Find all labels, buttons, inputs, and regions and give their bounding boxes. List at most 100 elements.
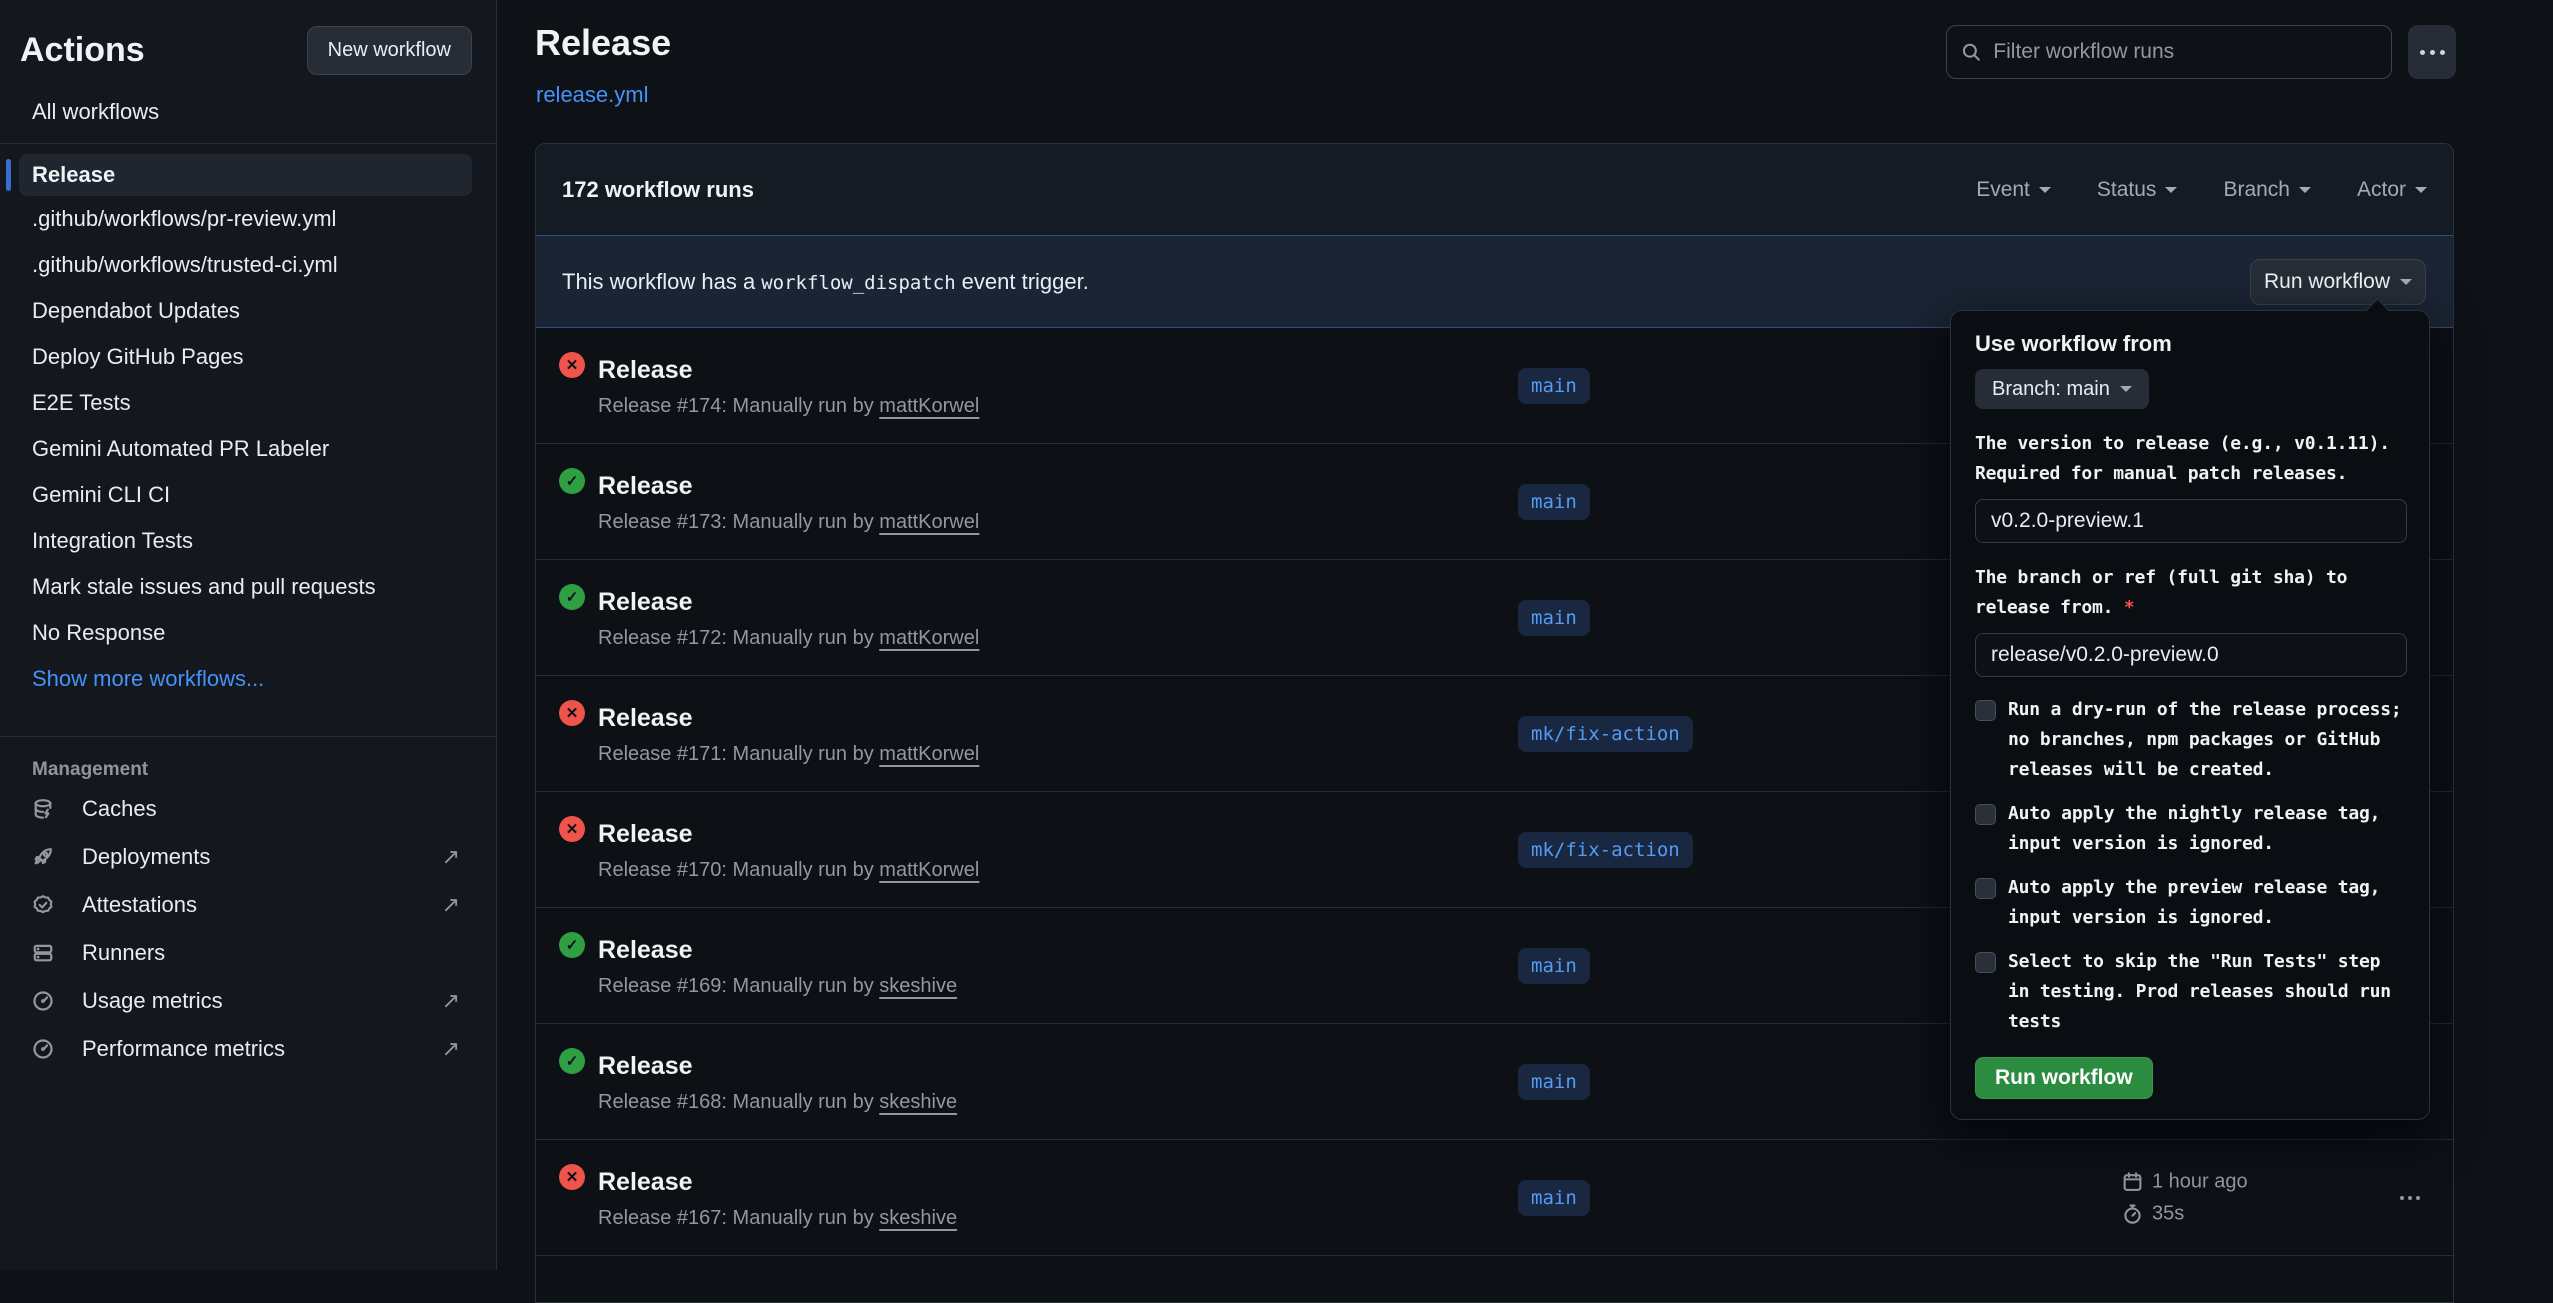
failure-status-icon: ✕ — [559, 700, 585, 726]
run-workflow-submit-button[interactable]: Run workflow — [1975, 1057, 2153, 1099]
run-description: Release #171: Manually run by mattKorwel — [598, 743, 979, 766]
run-title-link[interactable]: Release — [598, 1052, 957, 1081]
filter-actor-dropdown[interactable]: Actor — [2357, 178, 2427, 202]
actor-link[interactable]: mattKorwel — [879, 627, 979, 649]
run-description: Release #169: Manually run by skeshive — [598, 975, 957, 998]
branch-label[interactable]: mk/fix-action — [1518, 832, 1693, 868]
chevron-down-icon — [2165, 187, 2177, 199]
run-title-link[interactable]: Release — [598, 588, 979, 617]
branch-label[interactable]: mk/fix-action — [1518, 716, 1693, 752]
success-status-icon: ✓ — [559, 932, 585, 958]
sidebar-item-workflow[interactable]: E2E Tests — [0, 380, 496, 426]
management-item-label: Caches — [82, 796, 157, 822]
run-description: Release #170: Manually run by mattKorwel — [598, 859, 979, 882]
actor-link[interactable]: mattKorwel — [879, 859, 979, 881]
workflow-input-field[interactable] — [1975, 499, 2407, 543]
management-list: CachesDeployments↗Attestations↗RunnersUs… — [0, 785, 496, 1073]
workflow-name: No Response — [32, 620, 165, 646]
sidebar-item-workflow[interactable]: Integration Tests — [0, 518, 496, 564]
sidebar-item-workflow[interactable]: Gemini CLI CI — [0, 472, 496, 518]
checkbox-row: Auto apply the nightly release tag, inpu… — [1975, 799, 2405, 859]
workflow-file-link[interactable]: release.yml — [536, 82, 648, 108]
actor-link[interactable]: mattKorwel — [879, 395, 979, 417]
input-field-label: The version to release (e.g., v0.1.11). … — [1975, 429, 2405, 489]
management-item-label: Runners — [82, 940, 165, 966]
sidebar-item-workflow[interactable]: Release — [19, 154, 472, 196]
run-kebab-button[interactable] — [2388, 1178, 2432, 1218]
checkbox[interactable] — [1975, 952, 1996, 973]
sidebar-item-workflow[interactable]: .github/workflows/trusted-ci.yml — [0, 242, 496, 288]
new-workflow-button[interactable]: New workflow — [307, 26, 472, 75]
workflow-input-field[interactable] — [1975, 633, 2407, 677]
workflow-list: Release .github/workflows/pr-review.yml .g… — [0, 154, 496, 656]
chevron-down-icon — [2299, 187, 2311, 199]
sidebar-item-workflow[interactable]: Gemini Automated PR Labeler — [0, 426, 496, 472]
management-item-label: Attestations — [82, 892, 197, 918]
filter-event-dropdown[interactable]: Event — [1976, 178, 2051, 202]
checkbox-row: Select to skip the "Run Tests" step in t… — [1975, 947, 2405, 1037]
sidebar-item-workflow[interactable]: Mark stale issues and pull requests — [0, 564, 496, 610]
actor-link[interactable]: skeshive — [879, 1207, 957, 1229]
branch-label[interactable]: main — [1518, 1180, 1590, 1216]
sidebar-item-caches[interactable]: Caches — [0, 785, 496, 833]
search-icon — [1961, 41, 1981, 63]
sidebar-item-performance-metrics[interactable]: Performance metrics↗ — [0, 1025, 496, 1073]
failure-status-icon: ✕ — [559, 1164, 585, 1190]
sidebar-item-attestations[interactable]: Attestations↗ — [0, 881, 496, 929]
workflow-name: .github/workflows/pr-review.yml — [32, 206, 336, 232]
workflow-name: Release — [32, 162, 115, 188]
sidebar-item-all-workflows[interactable]: All workflows — [0, 95, 496, 129]
run-title-link[interactable]: Release — [598, 356, 979, 385]
show-more-workflows-link[interactable]: Show more workflows... — [0, 656, 496, 702]
branch-label[interactable]: main — [1518, 368, 1590, 404]
run-started-time: 1 hour ago — [2152, 1170, 2248, 1193]
actor-link[interactable]: skeshive — [879, 1091, 957, 1113]
branch-label[interactable]: main — [1518, 1064, 1590, 1100]
sidebar-item-workflow[interactable]: .github/workflows/pr-review.yml — [0, 196, 496, 242]
runs-count: 172 workflow runs — [562, 177, 754, 203]
checkbox[interactable] — [1975, 700, 1996, 721]
checkbox[interactable] — [1975, 878, 1996, 899]
run-workflow-dropdown-button[interactable]: Run workflow — [2250, 259, 2426, 305]
checkbox-label: Auto apply the nightly release tag, inpu… — [2008, 799, 2405, 859]
sidebar-item-workflow[interactable]: Dependabot Updates — [0, 288, 496, 334]
workflow-name: E2E Tests — [32, 390, 131, 416]
calendar-icon — [2122, 1171, 2143, 1192]
run-title-link[interactable]: Release — [598, 704, 979, 733]
actions-sidebar: Actions New workflow All workflows Relea… — [0, 0, 497, 1270]
external-link-icon: ↗ — [442, 1036, 460, 1062]
sidebar-divider — [0, 143, 496, 144]
actor-link[interactable]: skeshive — [879, 975, 957, 997]
run-description: Release #168: Manually run by skeshive — [598, 1091, 957, 1114]
sidebar-item-workflow[interactable]: Deploy GitHub Pages — [0, 334, 496, 380]
filter-branch-dropdown[interactable]: Branch — [2223, 178, 2311, 202]
run-title-link[interactable]: Release — [598, 820, 979, 849]
filter-status-dropdown[interactable]: Status — [2097, 178, 2178, 202]
branch-label[interactable]: main — [1518, 600, 1590, 636]
branch-label[interactable]: main — [1518, 948, 1590, 984]
run-description: Release #172: Manually run by mattKorwel — [598, 627, 979, 650]
workflow-name: Mark stale issues and pull requests — [32, 574, 376, 600]
chevron-down-icon — [2400, 279, 2412, 291]
run-duration: 35s — [2152, 1202, 2184, 1225]
chevron-down-icon — [2415, 187, 2427, 199]
page-kebab-button[interactable] — [2408, 25, 2456, 79]
sidebar-item-runners[interactable]: Runners — [0, 929, 496, 977]
filter-workflow-runs-input[interactable] — [1993, 40, 2377, 64]
run-title-link[interactable]: Release — [598, 1168, 957, 1197]
branch-label[interactable]: main — [1518, 484, 1590, 520]
actor-link[interactable]: mattKorwel — [879, 743, 979, 765]
checkbox[interactable] — [1975, 804, 1996, 825]
sidebar-item-usage-metrics[interactable]: Usage metrics↗ — [0, 977, 496, 1025]
run-title-link[interactable]: Release — [598, 936, 957, 965]
management-item-label: Usage metrics — [82, 988, 223, 1014]
chevron-down-icon — [2120, 386, 2132, 398]
external-link-icon: ↗ — [442, 844, 460, 870]
workflow-name: .github/workflows/trusted-ci.yml — [32, 252, 338, 278]
run-title-link[interactable]: Release — [598, 472, 979, 501]
actions-page: Actions New workflow All workflows Relea… — [0, 0, 2553, 1270]
branch-select-button[interactable]: Branch: main — [1975, 369, 2149, 409]
sidebar-item-deployments[interactable]: Deployments↗ — [0, 833, 496, 881]
sidebar-item-workflow[interactable]: No Response — [0, 610, 496, 656]
actor-link[interactable]: mattKorwel — [879, 511, 979, 533]
